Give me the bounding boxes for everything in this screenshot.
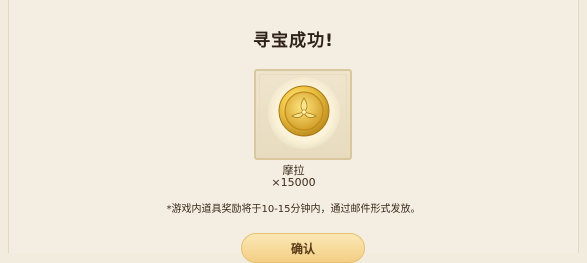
confirm-button[interactable]: 确认 <box>241 233 365 263</box>
confirm-button-label: 确认 <box>290 242 315 256</box>
reward-item-quantity: ×15000 <box>271 176 316 189</box>
reward-delivery-notice: *游戏内道具奖励将于10-15分钟内，通过邮件形式发放。 <box>166 204 421 215</box>
dialog-title: 寻宝成功! <box>253 31 334 51</box>
reward-dialog: 寻宝成功! 摩拉 ×15000 *游戏内道具奖励将于10-15分钟内，通过邮件形… <box>8 0 579 263</box>
gold-coin-icon <box>278 85 330 137</box>
reward-item-slot <box>254 69 352 160</box>
